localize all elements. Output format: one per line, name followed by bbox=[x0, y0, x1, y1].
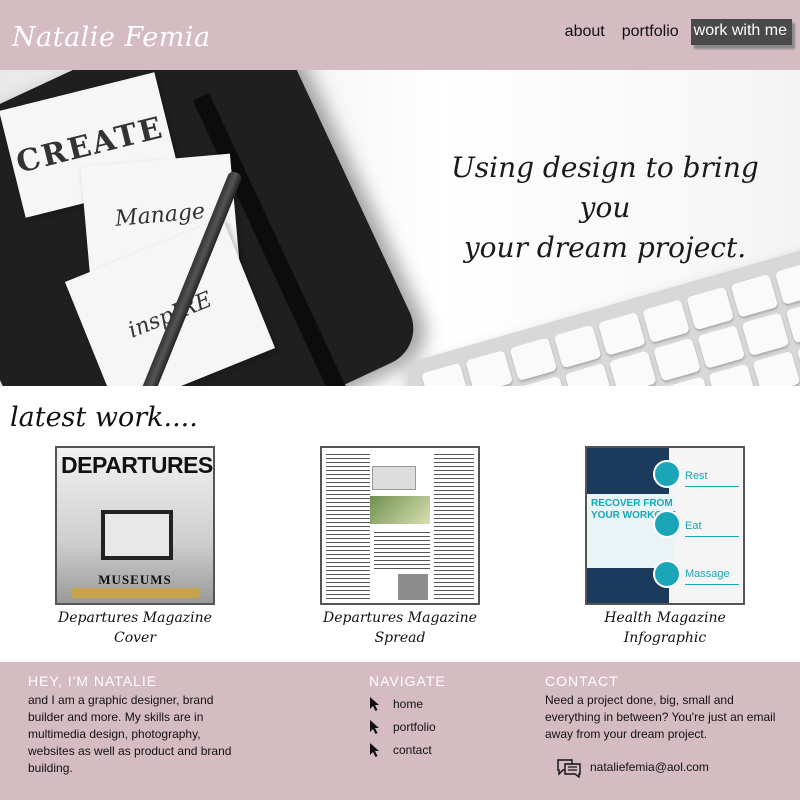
work-with-me-button[interactable]: work with me bbox=[690, 19, 792, 45]
footer-nav-contact[interactable]: contact bbox=[369, 742, 432, 758]
divider-line bbox=[685, 584, 739, 585]
hero-tagline: Using design to bring you your dream pro… bbox=[430, 148, 780, 268]
main-nav: about portfolio work with me bbox=[548, 19, 792, 45]
infographic-label: Rest bbox=[685, 470, 708, 482]
portfolio-item-health-infographic[interactable]: RECOVER FROM YOUR WORKOUT Rest Eat Massa… bbox=[585, 446, 745, 648]
thumbnail-title: DEPARTURES bbox=[61, 452, 213, 478]
cursor-icon bbox=[370, 720, 379, 734]
site-logo[interactable]: Natalie Femia bbox=[12, 22, 211, 53]
caption-line-2: Infographic bbox=[623, 630, 707, 646]
caption-line-1: Departures Magazine bbox=[323, 610, 477, 626]
bench-shape bbox=[71, 588, 199, 598]
footer-nav-label[interactable]: contact bbox=[393, 743, 432, 757]
divider-line bbox=[685, 536, 739, 537]
health-infographic-thumbnail[interactable]: RECOVER FROM YOUR WORKOUT Rest Eat Massa… bbox=[585, 446, 745, 605]
contact-heading: CONTACT bbox=[545, 673, 619, 689]
spread-photo bbox=[370, 496, 430, 524]
spread-photo bbox=[398, 574, 428, 600]
portfolio-caption: Health Magazine Infographic bbox=[585, 608, 745, 648]
about-heading: HEY, I'M NATALIE bbox=[28, 673, 158, 689]
text-column bbox=[434, 454, 474, 600]
portfolio-item-departures-spread[interactable]: Departures Magazine Spread bbox=[320, 446, 480, 648]
cursor-icon bbox=[370, 743, 379, 757]
contact-text: Need a project done, big, small and ever… bbox=[545, 693, 776, 741]
email-link[interactable]: nataliefemia@aol.com bbox=[590, 759, 709, 776]
hero-banner: CREATE Manage inspIRE Using design to br… bbox=[0, 70, 800, 386]
caption-line-2: Spread bbox=[374, 630, 426, 646]
keyboard-keys bbox=[421, 258, 800, 386]
about-text: and I am a graphic designer, brand build… bbox=[28, 693, 232, 775]
tagline-line-2: your dream project. bbox=[463, 231, 747, 264]
portfolio-caption: Departures Magazine Spread bbox=[320, 608, 480, 648]
footer-nav-portfolio[interactable]: portfolio bbox=[369, 719, 436, 735]
infographic-label: Massage bbox=[685, 568, 730, 580]
nav-portfolio-link[interactable]: portfolio bbox=[622, 23, 679, 41]
thumbnail-subtitle: MUSEUMS bbox=[98, 572, 172, 587]
latest-work-heading: latest work.... bbox=[10, 402, 198, 433]
site-header: Natalie Femia about portfolio work with … bbox=[0, 0, 800, 70]
navigate-heading: NAVIGATE bbox=[369, 673, 446, 689]
plate-icon bbox=[653, 510, 681, 538]
infographic-label: Eat bbox=[685, 520, 702, 532]
nav-about-link[interactable]: about bbox=[565, 23, 605, 41]
departures-cover-thumbnail[interactable]: DEPARTURES MUSEUMS bbox=[55, 446, 215, 605]
chat-mail-icon bbox=[557, 759, 581, 778]
departures-spread-thumbnail[interactable] bbox=[320, 446, 480, 605]
mask-icon bbox=[653, 460, 681, 488]
text-column bbox=[374, 532, 430, 572]
spread-photo bbox=[372, 466, 416, 490]
footer-nav-home[interactable]: home bbox=[369, 696, 423, 712]
footer-nav-label[interactable]: home bbox=[393, 697, 423, 711]
portfolio-item-departures-cover[interactable]: DEPARTURES MUSEUMS Departures Magazine C… bbox=[55, 446, 215, 648]
cursor-icon bbox=[370, 697, 379, 711]
divider-line bbox=[685, 486, 739, 487]
portfolio-caption: Departures Magazine Cover bbox=[55, 608, 215, 648]
artwork-frame bbox=[101, 510, 173, 560]
footer-nav-label[interactable]: portfolio bbox=[393, 720, 436, 734]
caption-line-1: Health Magazine bbox=[604, 610, 726, 626]
tagline-line-1: Using design to bring you bbox=[451, 151, 759, 224]
hand-icon bbox=[653, 560, 681, 588]
caption-line-2: Cover bbox=[113, 630, 157, 646]
caption-line-1: Departures Magazine bbox=[58, 610, 212, 626]
text-column bbox=[326, 454, 370, 600]
